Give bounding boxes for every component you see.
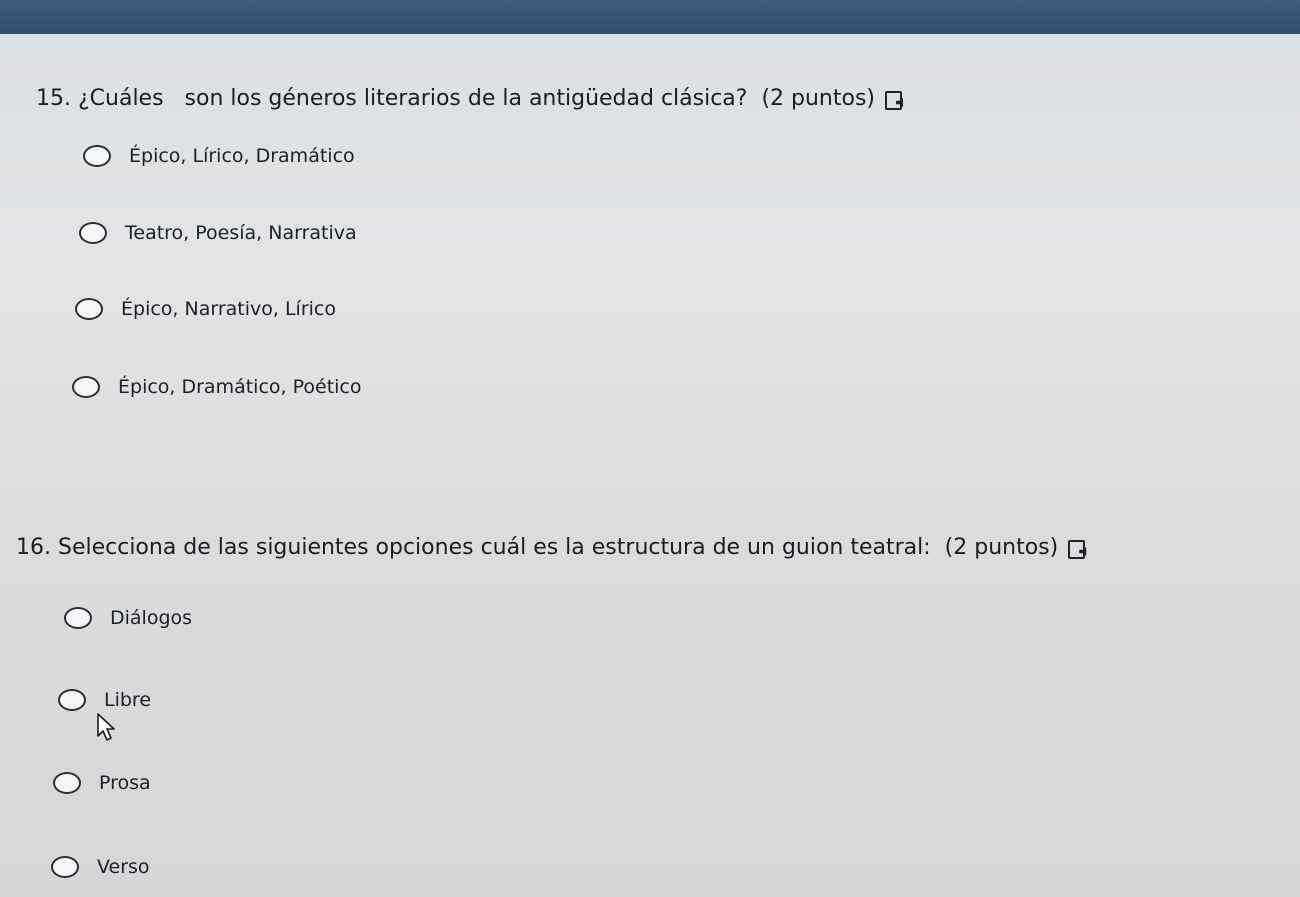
radio-button[interactable] <box>53 772 81 794</box>
radio-button[interactable] <box>79 222 107 244</box>
option-label: Épico, Lírico, Dramático <box>129 145 355 167</box>
question-16-option-3[interactable]: Prosa <box>53 772 151 794</box>
option-label: Prosa <box>99 772 151 794</box>
radio-button[interactable] <box>51 856 79 878</box>
radio-button[interactable] <box>64 607 92 629</box>
option-label: Épico, Narrativo, Lírico <box>121 298 336 320</box>
immersive-reader-icon[interactable] <box>1068 538 1090 559</box>
top-bar <box>0 0 1300 34</box>
radio-button[interactable] <box>83 145 111 167</box>
radio-button[interactable] <box>75 298 103 320</box>
question-16-option-1[interactable]: Diálogos <box>64 607 192 629</box>
radio-button[interactable] <box>58 689 86 711</box>
radio-button[interactable] <box>72 376 100 398</box>
question-15-option-2[interactable]: Teatro, Poesía, Narrativa <box>79 222 357 244</box>
immersive-reader-icon[interactable] <box>885 89 907 110</box>
question-15-option-1[interactable]: Épico, Lírico, Dramático <box>83 145 355 167</box>
option-label: Épico, Dramático, Poético <box>118 376 362 398</box>
question-16-title-row: 16. Selecciona de las siguientes opcione… <box>16 535 1090 560</box>
option-label: Libre <box>104 689 152 711</box>
question-15-title: 15. ¿Cuáles son los géneros literarios d… <box>36 86 876 111</box>
option-label: Verso <box>97 856 150 878</box>
question-15-title-row: 15. ¿Cuáles son los géneros literarios d… <box>36 86 907 111</box>
question-15-option-4[interactable]: Épico, Dramático, Poético <box>72 376 362 398</box>
question-15-option-3[interactable]: Épico, Narrativo, Lírico <box>75 298 336 320</box>
option-label: Teatro, Poesía, Narrativa <box>125 222 357 244</box>
question-16-option-2[interactable]: Libre <box>58 689 151 711</box>
option-label: Diálogos <box>110 607 193 629</box>
question-16-option-4[interactable]: Verso <box>51 856 150 878</box>
question-16-title: 16. Selecciona de las siguientes opcione… <box>16 535 1059 560</box>
mouse-pointer-icon <box>97 713 115 741</box>
